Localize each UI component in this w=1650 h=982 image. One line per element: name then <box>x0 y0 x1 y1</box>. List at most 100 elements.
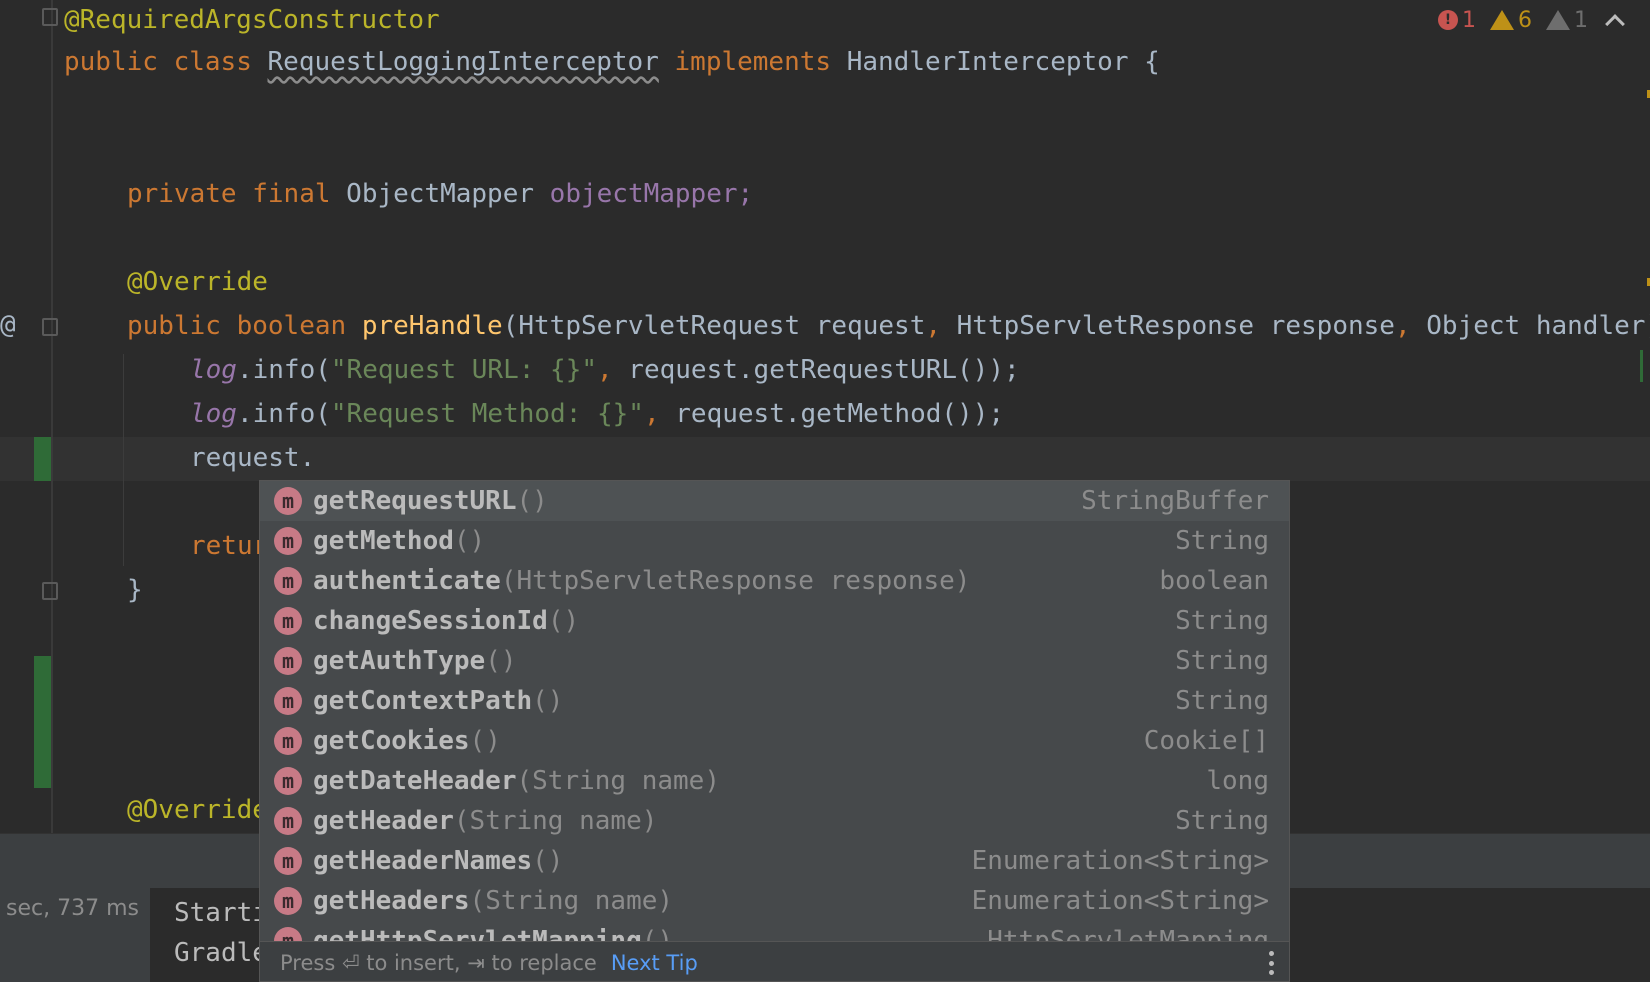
method-icon: m <box>274 607 302 635</box>
next-tip-link[interactable]: Next Tip <box>611 951 698 975</box>
string-literal: "Request Method: {}" <box>330 399 644 429</box>
code-line-1: @RequiredArgsConstructor <box>64 0 440 42</box>
string-literal: "Request URL: {}" <box>330 355 597 385</box>
keyword: class <box>173 47 252 77</box>
right-change-marker <box>1640 350 1643 382</box>
completion-item[interactable]: m getRequestURL() StringBuffer <box>260 481 1289 521</box>
method-icon: m <box>274 527 302 555</box>
warnings-indicator[interactable]: 6 <box>1490 8 1532 33</box>
completion-item-name: getAuthType() <box>313 646 517 676</box>
weak-warnings-indicator[interactable]: 1 <box>1546 8 1588 33</box>
fold-icon[interactable] <box>42 8 58 26</box>
params: (HttpServletRequest request <box>502 311 926 341</box>
completion-item-name: getHeaders(String name) <box>313 886 674 916</box>
completion-item[interactable]: m getContextPath() String <box>260 681 1289 721</box>
completion-item-name: getHttpServletMapping() <box>313 921 673 941</box>
weak-warnings-count: 1 <box>1574 7 1588 33</box>
errors-count: 1 <box>1462 7 1476 33</box>
completion-item[interactable]: m getAuthType() String <box>260 641 1289 681</box>
method-name: preHandle <box>361 311 503 341</box>
completion-item-params: () <box>516 486 548 516</box>
params: Object handler) <box>1410 311 1650 341</box>
warnings-count: 6 <box>1518 7 1532 33</box>
completion-item[interactable]: m changeSessionId() String <box>260 601 1289 641</box>
completion-item-type: Enumeration<String> <box>971 886 1269 916</box>
insert-hint: Press ⏎ to insert, ⇥ to replace <box>280 950 597 975</box>
build-duration: sec, 737 ms <box>6 896 139 921</box>
comma: , <box>643 399 660 429</box>
completion-item-name: getRequestURL() <box>313 486 548 516</box>
completion-item-name: getDateHeader(String name) <box>313 766 720 796</box>
fold-icon[interactable] <box>42 318 58 336</box>
code-line-8: log.info("Request URL: {}", request.getR… <box>190 348 1020 392</box>
completion-item-name: changeSessionId() <box>313 606 580 636</box>
completion-item[interactable]: m getHttpServletMapping() HttpServletMappi… <box>260 921 1289 941</box>
completion-item-type: String <box>1175 806 1269 836</box>
keyword: retur <box>190 531 269 561</box>
annotation: @RequiredArgsConstructor <box>64 5 440 35</box>
keyword: private <box>127 179 237 209</box>
call: request.getMethod()); <box>659 399 1004 429</box>
log-field: log <box>190 399 237 429</box>
method-icon: m <box>274 807 302 835</box>
fold-icon[interactable] <box>42 582 58 600</box>
completion-item[interactable]: m getHeader(String name) String <box>260 801 1289 841</box>
completion-list[interactable]: m getRequestURL() StringBuffer m getMethod()… <box>260 481 1289 941</box>
errors-indicator[interactable]: ! 1 <box>1438 8 1476 33</box>
completion-item-name: getCookies() <box>313 726 501 756</box>
change-marker <box>34 656 51 788</box>
keyword: public <box>64 47 158 77</box>
completion-item-params: () <box>453 526 486 556</box>
method-icon: m <box>274 487 302 515</box>
current-code: request. <box>190 443 316 473</box>
code-line-9: log.info("Request Method: {}", request.g… <box>190 392 1004 436</box>
completion-item-type: HttpServletMapping <box>987 926 1269 941</box>
keyword: public <box>127 311 221 341</box>
console-output-line: Gradle <box>174 938 268 968</box>
completion-item-name: authenticate(HttpServletResponse respons… <box>313 566 971 596</box>
completion-item[interactable]: m authenticate(HttpServletResponse respon… <box>260 561 1289 601</box>
field-name: objectMapper; <box>549 179 754 209</box>
completion-item[interactable]: m getDateHeader(String name) long <box>260 761 1289 801</box>
completion-item-params: () <box>532 686 564 716</box>
code-completion-popup[interactable]: m getRequestURL() StringBuffer m getMethod()… <box>259 480 1290 982</box>
call: request.getRequestURL()); <box>612 355 1020 385</box>
completion-item-type: String <box>1175 606 1269 636</box>
change-marker <box>34 437 51 481</box>
method-icon: m <box>274 887 302 915</box>
code-line-12: } <box>127 568 143 612</box>
completion-item-params: () <box>485 646 517 676</box>
more-options-icon[interactable] <box>1269 951 1275 975</box>
completion-item-type: long <box>1206 766 1269 796</box>
code-line-7: public boolean preHandle(HttpServletRequ… <box>127 304 1650 348</box>
weak-warning-icon <box>1546 10 1570 30</box>
chevron-up-icon[interactable] <box>1605 14 1625 34</box>
gutter-divider <box>51 0 53 833</box>
completion-item[interactable]: m getHeaderNames() Enumeration<String> <box>260 841 1289 881</box>
override-gutter-icon[interactable]: @ <box>0 310 16 340</box>
completion-item-params: () <box>469 726 501 756</box>
code-line-6: @Override <box>127 260 268 304</box>
class-name: RequestLoggingInterceptor <box>267 47 659 77</box>
completion-item-params: (String name) <box>453 806 658 836</box>
completion-item-type: String <box>1175 526 1269 556</box>
completion-item[interactable]: m getCookies() Cookie[] <box>260 721 1289 761</box>
completion-item[interactable]: m getHeaders(String name) Enumeration<Stri… <box>260 881 1289 921</box>
completion-footer: Press ⏎ to insert, ⇥ to replace Next Tip <box>260 941 1289 981</box>
comma: , <box>1394 311 1411 341</box>
code-line-10[interactable]: request. <box>190 436 315 480</box>
completion-item-params: (String name) <box>469 886 674 916</box>
comma: , <box>925 311 941 341</box>
annotation: @Override <box>127 795 268 825</box>
console-output-line: Starti <box>174 898 268 928</box>
interface-name: HandlerInterceptor { <box>846 47 1160 77</box>
method-icon: m <box>274 767 302 795</box>
inspection-widget[interactable]: ! 1 6 1 <box>1438 4 1625 36</box>
completion-item-params: () <box>532 846 564 876</box>
call: .info( <box>236 399 331 429</box>
completion-item[interactable]: m getMethod() String <box>260 521 1289 561</box>
keyword: implements <box>674 47 832 77</box>
method-icon: m <box>274 847 302 875</box>
completion-item-type: Enumeration<String> <box>971 846 1269 876</box>
code-line-11: retur <box>190 524 268 568</box>
